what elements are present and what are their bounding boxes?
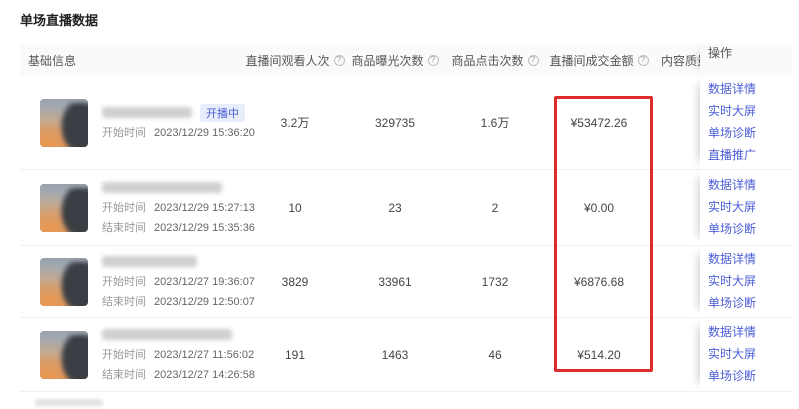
amount-value: ¥53472.26 (545, 76, 653, 169)
action-data-detail[interactable]: 数据详情 (708, 176, 756, 195)
live-session-table: 基础信息 直播间观看人次 商品曝光次数 商品点击次数 直播间成交金额 内容质量 … (20, 44, 792, 392)
start-time: 开始时间2023/12/27 11:56:02 (102, 348, 245, 363)
col-header-clicks-label: 商品点击次数 (451, 52, 523, 69)
col-header-actions: 操作 (700, 44, 792, 76)
clicks-value: 46 (445, 318, 545, 391)
views-value: 191 (245, 318, 345, 391)
action-data-detail[interactable]: 数据详情 (708, 323, 756, 342)
table-row: 开始时间2023/12/29 15:27:13 结束时间2023/12/29 1… (20, 170, 792, 246)
action-realtime-screen[interactable]: 实时大屏 (708, 102, 756, 121)
clicks-value: 1732 (445, 246, 545, 317)
page-title: 单场直播数据 (20, 10, 98, 29)
col-header-quality: 内容质量 (653, 44, 700, 76)
exposures-value: 1463 (345, 318, 445, 391)
info-icon[interactable] (428, 55, 439, 66)
col-header-clicks: 商品点击次数 (445, 44, 545, 76)
live-status-badge: 开播中 (200, 104, 245, 122)
table-row: 开始时间2023/12/27 19:36:07 结束时间2023/12/29 1… (20, 246, 792, 318)
info-icon[interactable] (334, 55, 345, 66)
col-header-views-label: 直播间观看人次 (245, 52, 329, 69)
exposures-value: 23 (345, 170, 445, 245)
end-time: 结束时间2023/12/29 15:35:36 (102, 221, 245, 236)
amount-value: ¥6876.68 (545, 246, 653, 317)
actions-cell: 数据详情 实时大屏 单场诊断 (700, 246, 792, 317)
col-header-amount: 直播间成交金额 (545, 44, 653, 76)
quality-cell (653, 318, 700, 391)
col-header-views: 直播间观看人次 (245, 44, 345, 76)
actions-cell: 数据详情 实时大屏 单场诊断 直播推广 (700, 76, 792, 169)
start-time: 开始时间2023/12/27 19:36:07 (102, 275, 245, 290)
avatar (40, 331, 88, 379)
action-session-diagnosis[interactable]: 单场诊断 (708, 367, 756, 386)
actions-cell: 数据详情 实时大屏 单场诊断 (700, 318, 792, 391)
start-time: 开始时间2023/12/29 15:27:13 (102, 201, 245, 216)
views-value: 3829 (245, 246, 345, 317)
action-realtime-screen[interactable]: 实时大屏 (708, 272, 756, 291)
col-header-exposures-label: 商品曝光次数 (351, 52, 423, 69)
action-data-detail[interactable]: 数据详情 (708, 250, 756, 269)
action-data-detail[interactable]: 数据详情 (708, 80, 756, 99)
avatar (40, 184, 88, 232)
clicks-value: 1.6万 (445, 76, 545, 169)
amount-value: ¥0.00 (545, 170, 653, 245)
anchor-name-blurred (102, 107, 192, 118)
quality-cell (653, 76, 700, 169)
exposures-value: 329735 (345, 76, 445, 169)
col-header-basic-info: 基础信息 (20, 44, 245, 76)
col-header-amount-label: 直播间成交金额 (549, 52, 633, 69)
action-realtime-screen[interactable]: 实时大屏 (708, 198, 756, 217)
action-session-diagnosis[interactable]: 单场诊断 (708, 294, 756, 313)
anchor-name-blurred (102, 256, 197, 267)
basic-info-cell: 开始时间2023/12/27 19:36:07 结束时间2023/12/29 1… (20, 246, 245, 317)
action-session-diagnosis[interactable]: 单场诊断 (708, 220, 756, 239)
bottom-cutoff-text-blur (35, 399, 103, 406)
end-time: 结束时间2023/12/29 12:50:07 (102, 295, 245, 310)
start-time: 开始时间2023/12/29 15:36:20 (102, 126, 245, 141)
anchor-name-blurred (102, 182, 222, 193)
amount-value: ¥514.20 (545, 318, 653, 391)
basic-info-cell: 开始时间2023/12/29 15:27:13 结束时间2023/12/29 1… (20, 170, 245, 245)
end-time: 结束时间2023/12/27 14:26:58 (102, 368, 245, 383)
action-session-diagnosis[interactable]: 单场诊断 (708, 124, 756, 143)
quality-cell (653, 246, 700, 317)
action-realtime-screen[interactable]: 实时大屏 (708, 345, 756, 364)
table-row: 开播中 开始时间2023/12/29 15:36:20 3.2万 329735 … (20, 76, 792, 170)
exposures-value: 33961 (345, 246, 445, 317)
col-header-exposures: 商品曝光次数 (345, 44, 445, 76)
avatar (40, 99, 88, 147)
table-row: 开始时间2023/12/27 11:56:02 结束时间2023/12/27 1… (20, 318, 792, 392)
info-icon[interactable] (638, 55, 649, 66)
avatar (40, 258, 88, 306)
quality-cell (653, 170, 700, 245)
basic-info-cell: 开始时间2023/12/27 11:56:02 结束时间2023/12/27 1… (20, 318, 245, 391)
basic-info-cell: 开播中 开始时间2023/12/29 15:36:20 (20, 76, 245, 169)
clicks-value: 2 (445, 170, 545, 245)
info-icon[interactable] (528, 55, 539, 66)
anchor-name-blurred (102, 329, 232, 340)
actions-cell: 数据详情 实时大屏 单场诊断 (700, 170, 792, 245)
action-live-promotion[interactable]: 直播推广 (708, 146, 756, 165)
views-value: 3.2万 (245, 76, 345, 169)
views-value: 10 (245, 170, 345, 245)
table-header: 基础信息 直播间观看人次 商品曝光次数 商品点击次数 直播间成交金额 内容质量 … (20, 44, 792, 76)
